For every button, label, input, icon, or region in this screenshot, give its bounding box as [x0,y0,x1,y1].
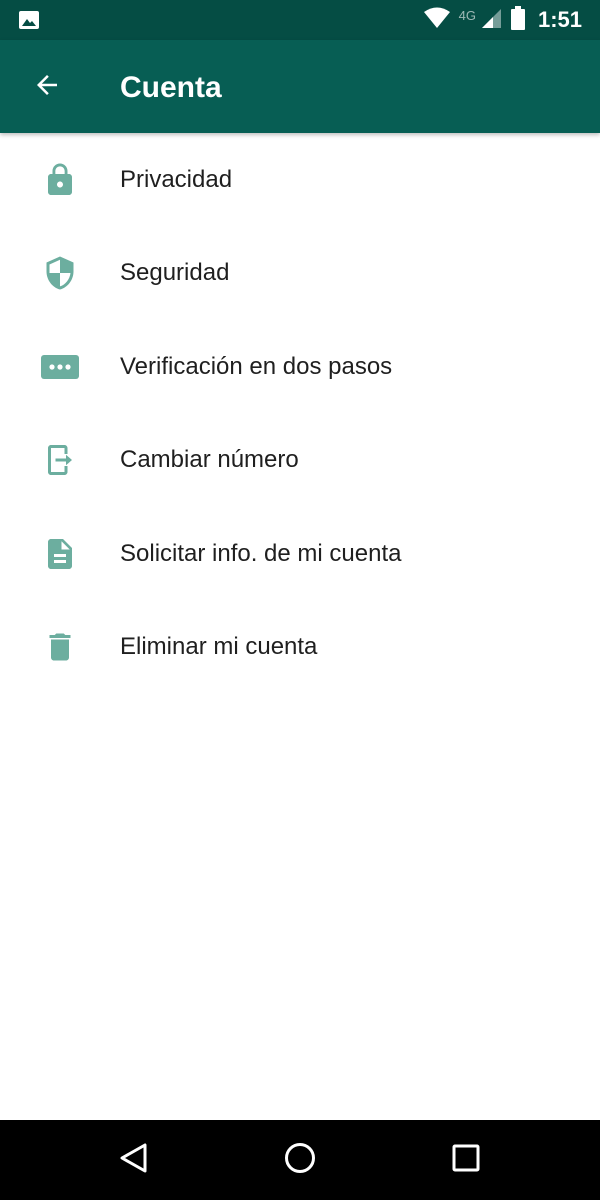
signal-icon [480,7,502,34]
menu-item-two-step-verification[interactable]: Verificación en dos pasos [0,320,600,414]
menu-item-change-number[interactable]: Cambiar número [0,414,600,508]
circle-home-icon [283,1141,317,1180]
change-number-icon [38,438,82,482]
menu-item-privacy[interactable]: Privacidad [0,133,600,227]
account-settings-screen: 4G 1:51 Cuenta Privacidad Seguridad Veri… [0,0,600,1200]
account-menu: Privacidad Seguridad Verificación en dos… [0,133,600,694]
menu-item-security[interactable]: Seguridad [0,227,600,321]
battery-icon [510,5,526,35]
password-dots-icon [38,345,82,389]
menu-item-delete-account[interactable]: Eliminar mi cuenta [0,601,600,695]
nav-back-button[interactable] [108,1134,160,1186]
menu-item-label: Cambiar número [120,446,299,474]
document-icon [38,532,82,576]
triangle-back-icon [117,1141,151,1180]
navigation-bar [0,1120,600,1200]
trash-icon [38,625,82,669]
menu-item-label: Eliminar mi cuenta [120,633,318,661]
wifi-icon [423,7,451,34]
back-button[interactable] [22,62,72,112]
app-bar: Cuenta [0,40,600,133]
image-notification-icon [18,9,40,31]
page-title: Cuenta [120,71,222,104]
lock-icon [38,158,82,202]
menu-item-label: Privacidad [120,165,233,193]
status-indicators: 4G 1:51 [423,0,582,40]
menu-item-request-account-info[interactable]: Solicitar info. de mi cuenta [0,507,600,601]
shield-icon [38,251,82,295]
nav-home-button[interactable] [274,1134,326,1186]
clock: 1:51 [537,7,582,32]
menu-item-label: Solicitar info. de mi cuenta [120,539,402,567]
square-recents-icon [449,1141,483,1180]
menu-item-label: Seguridad [120,259,230,287]
nav-recents-button[interactable] [440,1134,492,1186]
arrow-left-icon [32,70,62,105]
status-bar: 4G 1:51 [0,0,600,40]
network-type: 4G [458,7,476,23]
menu-item-label: Verificación en dos pasos [120,352,393,380]
